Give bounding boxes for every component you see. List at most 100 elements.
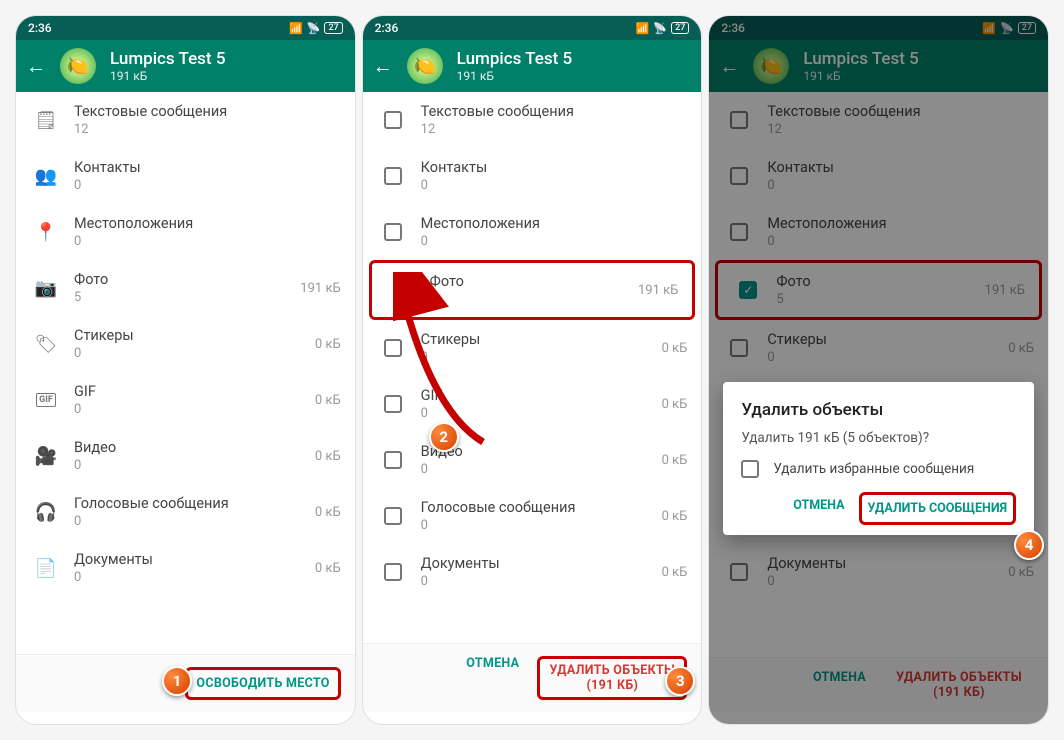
dialog-message: Удалить 191 кБ (5 объектов)? <box>741 430 1016 446</box>
avatar[interactable]: 🍋 <box>60 48 96 84</box>
arrow-annotation <box>393 272 553 462</box>
avatar[interactable]: 🍋 <box>753 48 789 84</box>
category-row[interactable]: GIFGIF00 кБ <box>16 372 355 428</box>
row-checkbox[interactable] <box>377 167 409 185</box>
row-label: Контакты <box>421 159 688 176</box>
cancel-button[interactable]: ОТМЕНА <box>466 656 519 700</box>
back-arrow-icon[interactable]: ← <box>719 54 739 79</box>
row-count: 0 <box>421 234 688 249</box>
row-checkbox[interactable] <box>723 223 755 241</box>
row-label: Видео <box>74 439 315 456</box>
row-count: 0 <box>74 178 341 193</box>
category-row[interactable]: Местоположения0 <box>709 204 1048 260</box>
status-right: 27 <box>982 21 1036 35</box>
text-icon: 🗒 <box>30 110 62 131</box>
category-row[interactable]: 🗒Текстовые сообщения12 <box>16 92 355 148</box>
row-size: 0 кБ <box>662 341 688 356</box>
category-row[interactable]: Текстовые сообщения 12 <box>363 92 702 148</box>
row-label: Текстовые сообщения <box>421 103 688 120</box>
status-time: 2:36 <box>28 21 52 35</box>
category-row[interactable]: 👥Контакты0 <box>16 148 355 204</box>
row-checkbox[interactable] <box>723 167 755 185</box>
option-label: Удалить избранные сообщения <box>773 461 974 477</box>
row-count: 0 <box>767 350 1008 365</box>
category-row[interactable]: Контакты 0 <box>363 148 702 204</box>
category-row[interactable]: Текстовые сообщения12 <box>709 92 1048 148</box>
delete-objects-button[interactable]: УДАЛИТЬ ОБЪЕКТЫ (191 КБ) <box>884 670 1034 700</box>
row-size: 0 кБ <box>315 561 341 576</box>
row-checkbox[interactable] <box>377 507 409 525</box>
category-row[interactable]: Местоположения0 <box>363 204 702 260</box>
row-label: Контакты <box>767 159 1034 176</box>
row-count: 0 <box>74 458 315 473</box>
row-checkbox[interactable] <box>723 563 755 581</box>
row-label: Документы <box>74 551 315 568</box>
category-row[interactable]: 📷Фото5191 кБ <box>16 260 355 316</box>
video-icon: 🎥 <box>30 446 62 467</box>
row-size: 191 кБ <box>300 281 340 296</box>
row-count: 0 <box>74 570 315 585</box>
cancel-button[interactable]: ОТМЕНА <box>813 670 866 700</box>
row-text: Контакты 0 <box>409 159 688 193</box>
category-row[interactable]: 🎥Видео00 кБ <box>16 428 355 484</box>
category-row[interactable]: Стикеры00 кБ <box>709 320 1048 376</box>
chat-title: Lumpics Test 5 <box>457 49 572 69</box>
app-bar: ← 🍋 Lumpics Test 5 191 кБ <box>363 40 702 92</box>
row-size: 0 кБ <box>1008 565 1034 580</box>
category-row[interactable]: Документы00 кБ <box>363 544 702 600</box>
doc-icon: 📄 <box>30 558 62 579</box>
category-row[interactable]: 🎧Голосовые сообщения00 кБ <box>16 484 355 540</box>
row-count: 0 <box>767 234 1034 249</box>
row-label: Стикеры <box>767 331 1008 348</box>
row-label: GIF <box>74 383 315 400</box>
category-row[interactable]: ✓Фото5191 кБ <box>715 260 1042 320</box>
content-area: 🗒Текстовые сообщения12👥Контакты0📍Местопо… <box>16 92 355 712</box>
row-count: 0 <box>74 346 315 361</box>
row-checkbox[interactable]: ✓ <box>732 281 764 299</box>
row-count: 0 <box>421 178 688 193</box>
row-text: Текстовые сообщения12 <box>62 103 341 137</box>
phone-screen-3: 2:36 27 ← 🍋 Lumpics Test 5 191 кБ Тексто… <box>709 16 1048 724</box>
title-block[interactable]: Lumpics Test 5 191 кБ <box>803 49 918 83</box>
row-text: Текстовые сообщения12 <box>755 103 1034 137</box>
row-checkbox[interactable] <box>377 111 409 129</box>
row-count: 0 <box>767 178 1034 193</box>
status-bar: 2:36 27 <box>709 16 1048 40</box>
row-label: Текстовые сообщения <box>767 103 1034 120</box>
row-text: Местоположения0 <box>62 215 341 249</box>
row-checkbox[interactable] <box>723 339 755 357</box>
location-icon: 📍 <box>30 222 62 243</box>
row-checkbox[interactable] <box>377 223 409 241</box>
dialog-title: Удалить объекты <box>741 400 1016 420</box>
dialog-cancel-button[interactable]: ОТМЕНА <box>789 492 848 525</box>
row-checkbox[interactable] <box>377 563 409 581</box>
option-checkbox[interactable] <box>741 460 759 478</box>
row-checkbox[interactable] <box>723 111 755 129</box>
row-count: 12 <box>421 122 688 137</box>
category-row[interactable]: 🏷Стикеры00 кБ <box>16 316 355 372</box>
category-row[interactable]: Документы00 кБ <box>709 544 1048 600</box>
step-badge-2: 2 <box>429 422 459 452</box>
avatar[interactable]: 🍋 <box>407 48 443 84</box>
dialog-option-row[interactable]: Удалить избранные сообщения <box>741 460 1016 478</box>
category-row[interactable]: Контакты 0 <box>709 148 1048 204</box>
row-text: Документы0 <box>409 555 662 589</box>
category-row[interactable]: 📄 Документы 00 кБ <box>16 540 355 596</box>
dialog-buttons: ОТМЕНА УДАЛИТЬ СООБЩЕНИЯ <box>741 492 1016 525</box>
dialog-confirm-button[interactable]: УДАЛИТЬ СООБЩЕНИЯ <box>859 492 1016 525</box>
status-bar: 2:36 27 <box>16 16 355 40</box>
title-block[interactable]: Lumpics Test 5 191 кБ <box>457 49 572 83</box>
row-text: Фото5 <box>62 271 300 305</box>
back-arrow-icon[interactable]: ← <box>373 54 393 79</box>
title-block[interactable]: Lumpics Test 5 191 кБ <box>110 49 225 83</box>
row-label: Стикеры <box>74 327 315 344</box>
row-count: 0 <box>421 462 662 477</box>
chat-size: 191 кБ <box>457 69 572 83</box>
free-space-button[interactable]: ОСВОБОДИТЬ МЕСТО <box>185 667 340 700</box>
row-text: Документы0 <box>755 555 1008 589</box>
category-row[interactable]: Голосовые сообщения00 кБ <box>363 488 702 544</box>
category-row[interactable]: 📍Местоположения0 <box>16 204 355 260</box>
row-text: Фото5 <box>764 273 984 307</box>
back-arrow-icon[interactable]: ← <box>26 54 46 79</box>
row-text: Стикеры 0 <box>755 331 1008 365</box>
